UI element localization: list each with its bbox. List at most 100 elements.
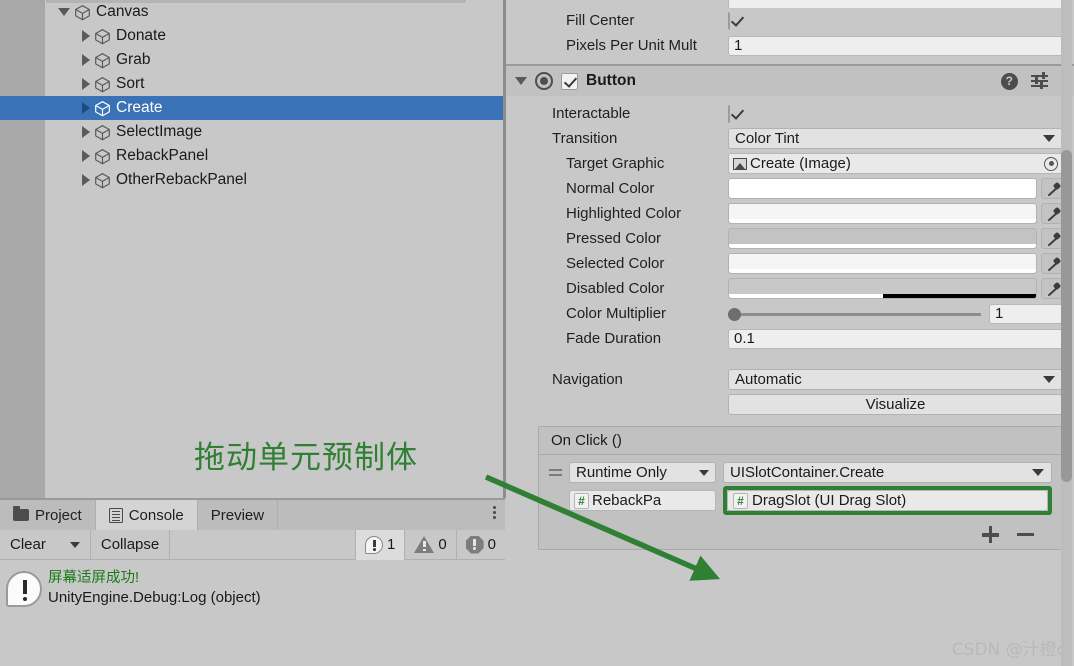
tab-preview[interactable]: Preview	[198, 500, 279, 530]
pressed-color-swatch[interactable]	[728, 228, 1037, 249]
annotation-label: 拖动单元预制体	[194, 440, 418, 476]
clear-button-label: Clear	[10, 536, 46, 553]
selected-color-label: Selected Color	[566, 255, 665, 272]
collapse-button-label: Collapse	[100, 536, 160, 553]
on-click-title: On Click ()	[539, 427, 1062, 455]
chevron-right-icon[interactable]	[82, 54, 90, 66]
drag-handle-icon[interactable]	[549, 469, 562, 476]
runtime-mode-dropdown[interactable]: Runtime Only	[569, 462, 716, 483]
row-target-graphic: Target Graphic Create (Image)	[506, 151, 1074, 176]
navigation-dropdown[interactable]: Automatic	[728, 369, 1063, 390]
hierarchy-item-label: Sort	[116, 75, 145, 92]
console-log-entry[interactable]: 屏幕适屏成功! UnityEngine.Debug:Log (object)	[0, 561, 505, 608]
transition-dropdown[interactable]: Color Tint	[728, 128, 1063, 149]
interactable-checkbox[interactable]	[728, 104, 730, 123]
selected-color-swatch[interactable]	[728, 253, 1037, 274]
help-icon[interactable]: ?	[1000, 72, 1018, 90]
error-count-toggle[interactable]: 0	[455, 529, 505, 560]
eyedropper-icon[interactable]	[1041, 178, 1063, 199]
hierarchy-item-create[interactable]: Create	[0, 96, 505, 120]
target-graphic-label: Target Graphic	[566, 155, 665, 172]
visualize-button[interactable]: Visualize	[728, 394, 1063, 415]
chevron-down-icon	[1032, 469, 1044, 476]
add-event-icon[interactable]	[982, 526, 999, 543]
hierarchy-item-otherrebackpanel[interactable]: OtherRebackPanel	[0, 168, 505, 192]
disabled-color-swatch[interactable]	[728, 278, 1037, 299]
chevron-right-icon[interactable]	[82, 126, 90, 138]
watermark-label: CSDN @汁橙c	[951, 640, 1066, 660]
target-graphic-value: Create (Image)	[750, 155, 851, 172]
method-value: UISlotContainer.Create	[730, 464, 885, 481]
partial-row-field[interactable]	[728, 0, 1063, 8]
tab-project[interactable]: Project	[0, 500, 96, 530]
button-enabled-checkbox[interactable]	[561, 72, 578, 90]
hierarchy-item-grab[interactable]: Grab	[0, 48, 505, 72]
highlighted-color-swatch[interactable]	[728, 203, 1037, 224]
prefab-cube-icon	[95, 52, 110, 68]
fade-duration-input[interactable]: 0.1	[728, 328, 1063, 349]
hierarchy-item-canvas[interactable]: Canvas	[0, 0, 505, 24]
hierarchy-item-donate[interactable]: Donate	[0, 24, 505, 48]
hierarchy-item-rebackpanel[interactable]: RebackPanel	[0, 144, 505, 168]
log-stacktrace: UnityEngine.Debug:Log (object)	[48, 589, 261, 607]
console-tab-bar[interactable]: Project Console Preview	[0, 500, 505, 530]
hierarchy-item-label: Donate	[116, 27, 166, 44]
chevron-down-icon	[69, 541, 80, 548]
hierarchy-item-label: Grab	[116, 51, 151, 68]
row-color-multiplier: Color Multiplier 1	[506, 301, 1074, 326]
console-tab-menu-icon[interactable]	[493, 506, 496, 519]
on-click-footer	[539, 524, 1062, 549]
hierarchy-item-selectimage[interactable]: SelectImage	[0, 120, 505, 144]
hierarchy-panel[interactable]: Canvas Donate Grab Sort Create SelectImage Reb…	[0, 0, 505, 498]
color-multiplier-label: Color Multiplier	[566, 305, 667, 322]
row-transition: Transition Color Tint	[506, 126, 1074, 151]
pixels-per-unit-input[interactable]: 1	[728, 35, 1063, 56]
disabled-color-label: Disabled Color	[566, 280, 665, 297]
target-graphic-object-field[interactable]: Create (Image)	[728, 153, 1063, 174]
chevron-right-icon[interactable]	[82, 150, 90, 162]
event-argument-value: DragSlot (UI Drag Slot)	[752, 492, 907, 509]
row-highlighted-color: Highlighted Color	[506, 201, 1074, 226]
event-argument-object-field[interactable]: # DragSlot (UI Drag Slot)	[727, 490, 1048, 511]
console-log-list[interactable]: 屏幕适屏成功! UnityEngine.Debug:Log (object)	[0, 561, 505, 666]
warning-count-value: 0	[438, 536, 447, 553]
eyedropper-icon[interactable]	[1041, 253, 1063, 274]
tab-console[interactable]: Console	[95, 500, 198, 530]
row-interactable: Interactable	[506, 101, 1074, 126]
normal-color-swatch[interactable]	[728, 178, 1037, 199]
collapse-button[interactable]: Collapse	[91, 529, 171, 560]
method-dropdown[interactable]: UISlotContainer.Create	[723, 462, 1052, 483]
log-count-toggle[interactable]: 1	[354, 529, 405, 560]
fill-center-checkbox[interactable]	[728, 11, 730, 30]
inspector-panel[interactable]: Fill Center Pixels Per Unit Mult 1 Butto…	[506, 0, 1074, 666]
console-counters: 1 0 0	[354, 529, 505, 560]
eyedropper-icon[interactable]	[1041, 278, 1063, 299]
chevron-down-icon[interactable]	[58, 8, 70, 16]
inspector-scrollbar-thumb[interactable]	[1061, 150, 1072, 482]
error-count-value: 0	[487, 536, 496, 553]
chevron-right-icon[interactable]	[82, 78, 90, 90]
eyedropper-icon[interactable]	[1041, 203, 1063, 224]
slider-handle[interactable]	[728, 307, 741, 321]
row-fill-center: Fill Center	[506, 8, 1074, 33]
console-panel[interactable]: Project Console Preview Clear Collapse 1…	[0, 498, 505, 666]
eyedropper-icon[interactable]	[1041, 228, 1063, 249]
hierarchy-item-sort[interactable]: Sort	[0, 72, 505, 96]
color-multiplier-slider[interactable]	[728, 307, 981, 321]
chevron-down-icon[interactable]	[515, 77, 527, 85]
button-component-header[interactable]: Button ?	[506, 66, 1074, 96]
console-toolbar[interactable]: Clear Collapse 1 0 0	[0, 529, 505, 560]
remove-event-icon[interactable]	[1017, 532, 1034, 537]
event-target-object-field[interactable]: # RebackPa	[569, 490, 716, 511]
clear-dropdown-button[interactable]	[56, 529, 91, 560]
chevron-right-icon[interactable]	[82, 174, 90, 186]
warning-count-toggle[interactable]: 0	[404, 529, 455, 560]
chevron-down-icon	[699, 469, 709, 476]
chevron-right-icon[interactable]	[82, 102, 90, 114]
color-multiplier-value[interactable]: 1	[989, 303, 1063, 324]
chevron-right-icon[interactable]	[82, 30, 90, 42]
object-picker-icon[interactable]	[1044, 156, 1058, 171]
clear-button[interactable]: Clear	[0, 530, 56, 560]
preset-icon[interactable]	[1030, 72, 1048, 89]
prefab-cube-icon	[95, 148, 110, 164]
